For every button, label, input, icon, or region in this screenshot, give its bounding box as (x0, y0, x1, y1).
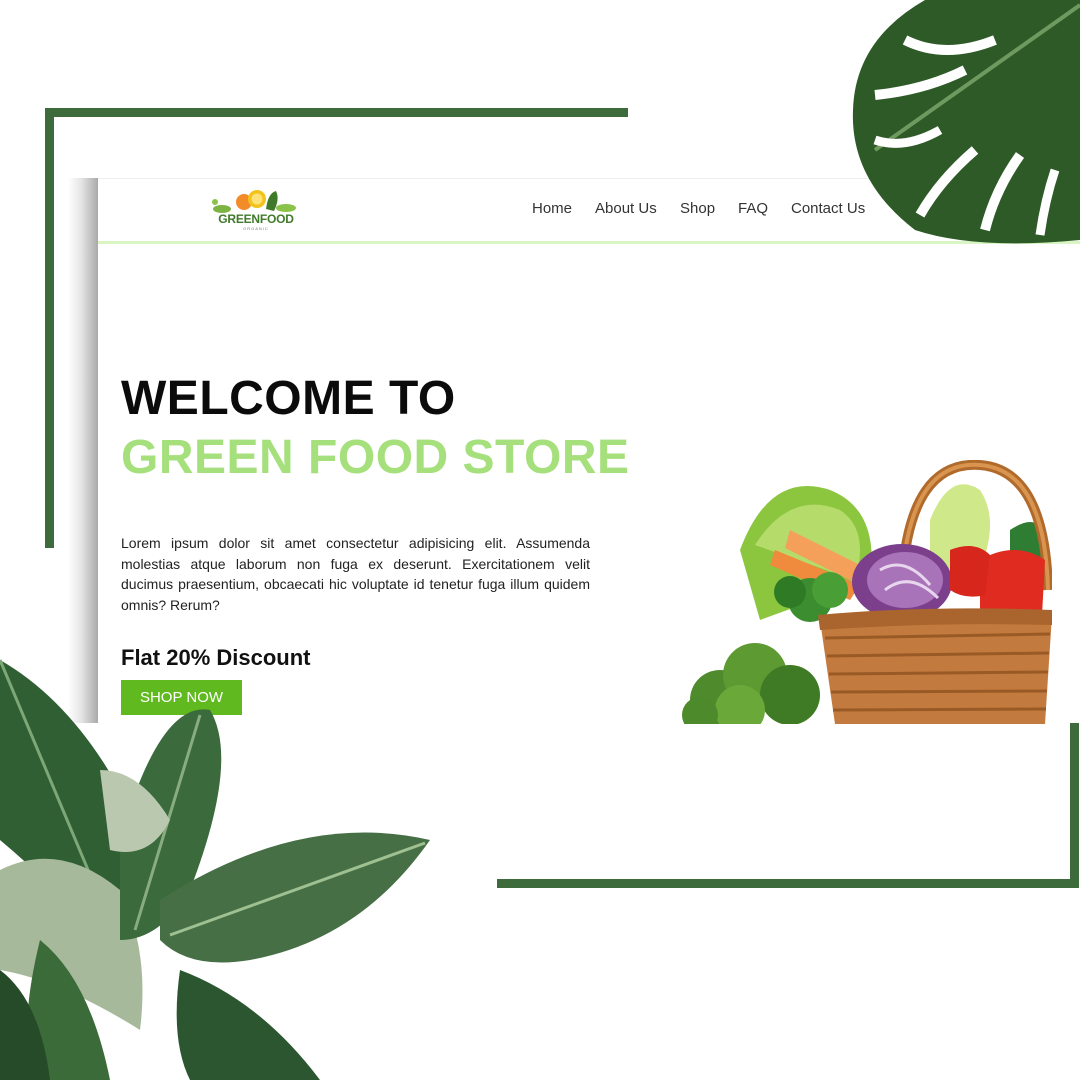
frame-line-top (45, 108, 628, 117)
vegetable-basket-image (680, 459, 1053, 735)
hero-title-line2: GREEN FOOD STORE (121, 431, 630, 484)
frame-line-left (45, 108, 54, 548)
frame-line-bottom (497, 879, 1079, 888)
brand-logo[interactable]: GREENFOOD ORGANIC (210, 185, 302, 231)
hero-description: Lorem ipsum dolor sit amet consectetur a… (121, 535, 590, 614)
banana-leaf-plant-image (0, 640, 440, 1080)
nav-link-shop[interactable]: Shop (680, 200, 715, 217)
brand-tagline: ORGANIC (243, 226, 269, 231)
brand-name: GREENFOOD (218, 212, 294, 226)
hero-title-line1: WELCOME TO (121, 372, 456, 425)
monstera-leaf-image (845, 0, 1080, 245)
nav-link-faq[interactable]: FAQ (738, 200, 768, 217)
fruit-logo-icon (212, 190, 296, 213)
nav-link-about-us[interactable]: About Us (595, 200, 657, 217)
nav-link-home[interactable]: Home (532, 200, 572, 217)
